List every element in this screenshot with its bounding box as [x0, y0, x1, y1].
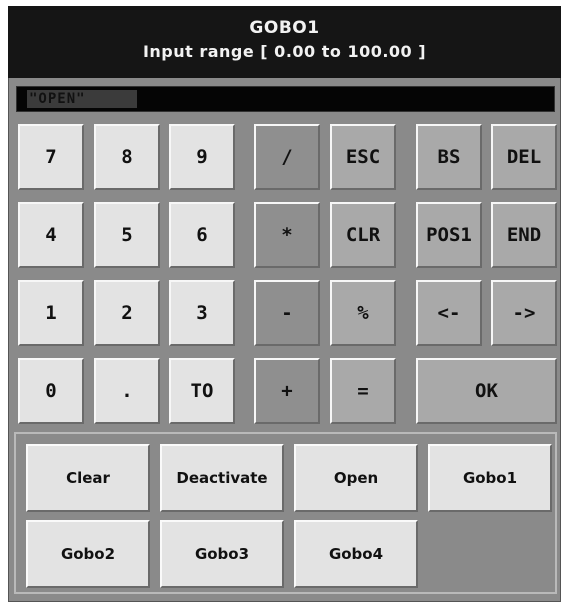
key-0[interactable]: 0	[18, 358, 84, 424]
input-range-label: Input range [ 0.00 to 100.00 ]	[142, 42, 427, 61]
value-input-field[interactable]: "OPEN"	[16, 86, 555, 112]
key-divide[interactable]: /	[254, 124, 320, 190]
input-current-value: "OPEN"	[27, 90, 137, 108]
key-end[interactable]: END	[491, 202, 557, 268]
key-delete[interactable]: DEL	[491, 124, 557, 190]
key-equals[interactable]: =	[330, 358, 396, 424]
key-ok[interactable]: OK	[416, 358, 557, 424]
key-pos1[interactable]: POS1	[416, 202, 482, 268]
key-6[interactable]: 6	[169, 202, 235, 268]
key-backspace[interactable]: BS	[416, 124, 482, 190]
key-cursor-left[interactable]: <-	[416, 280, 482, 346]
key-5[interactable]: 5	[94, 202, 160, 268]
preset-gobo4-button[interactable]: Gobo4	[294, 520, 418, 588]
key-3[interactable]: 3	[169, 280, 235, 346]
preset-panel: Clear Deactivate Open Gobo1 Gobo2 Gobo3 …	[14, 432, 557, 594]
key-2[interactable]: 2	[94, 280, 160, 346]
key-to[interactable]: TO	[169, 358, 235, 424]
preset-gobo2-button[interactable]: Gobo2	[26, 520, 150, 588]
dialog-header: GOBO1 Input range [ 0.00 to 100.00 ]	[8, 6, 561, 78]
key-percent[interactable]: %	[330, 280, 396, 346]
preset-open-button[interactable]: Open	[294, 444, 418, 512]
preset-gobo3-button[interactable]: Gobo3	[160, 520, 284, 588]
key-clr[interactable]: CLR	[330, 202, 396, 268]
key-minus[interactable]: -	[254, 280, 320, 346]
preset-clear-button[interactable]: Clear	[26, 444, 150, 512]
key-8[interactable]: 8	[94, 124, 160, 190]
key-plus[interactable]: +	[254, 358, 320, 424]
preset-deactivate-button[interactable]: Deactivate	[160, 444, 284, 512]
key-esc[interactable]: ESC	[330, 124, 396, 190]
key-9[interactable]: 9	[169, 124, 235, 190]
dialog-title: GOBO1	[249, 18, 320, 38]
key-cursor-right[interactable]: ->	[491, 280, 557, 346]
key-decimal-point[interactable]: .	[94, 358, 160, 424]
key-1[interactable]: 1	[18, 280, 84, 346]
preset-gobo1-button[interactable]: Gobo1	[428, 444, 552, 512]
key-multiply[interactable]: *	[254, 202, 320, 268]
key-4[interactable]: 4	[18, 202, 84, 268]
key-7[interactable]: 7	[18, 124, 84, 190]
